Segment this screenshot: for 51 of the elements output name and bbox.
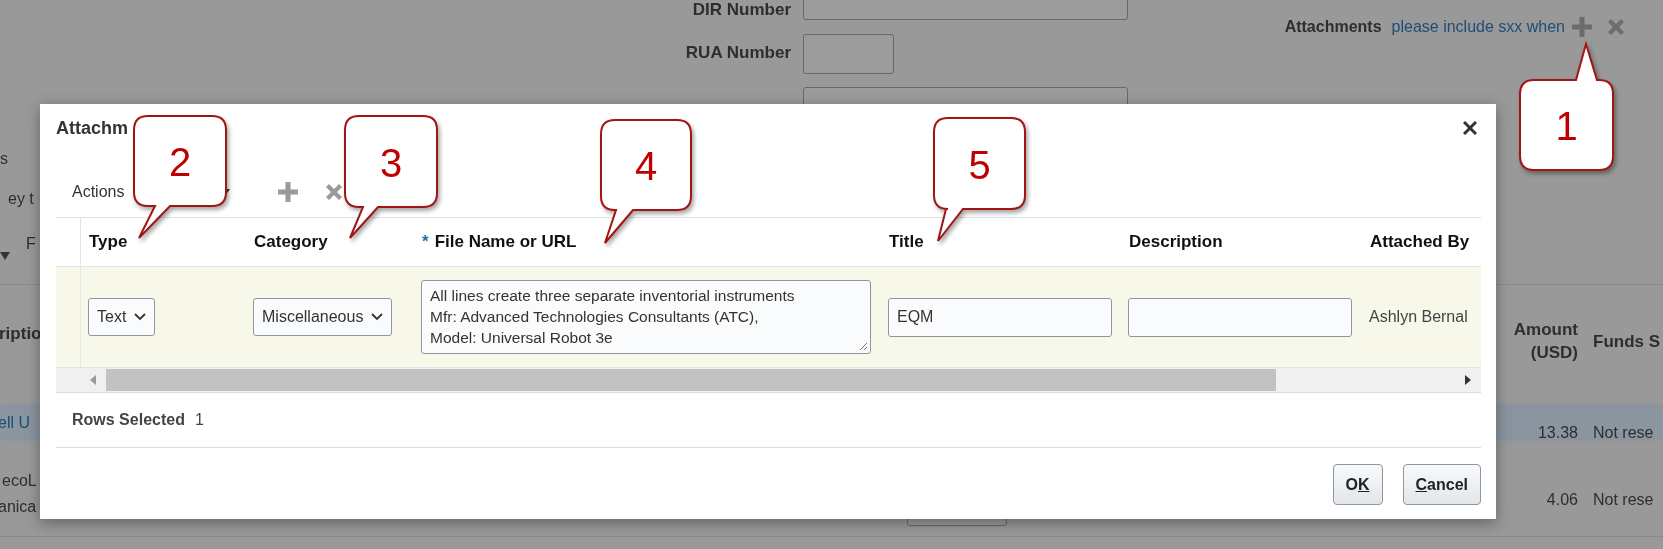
resize-handle-icon[interactable] xyxy=(859,342,868,351)
rows-selected-count: 1 xyxy=(194,411,204,429)
dialog-button[interactable]: OK xyxy=(1332,464,1383,505)
chevron-icon xyxy=(134,313,147,321)
field-label: DIR Number xyxy=(692,0,791,20)
column-header: File Name or URL xyxy=(434,232,577,251)
input-field[interactable] xyxy=(803,34,894,74)
caret-icon[interactable] xyxy=(0,252,10,260)
horizontal-scrollbar[interactable] xyxy=(56,367,1481,393)
text-fragment: F xyxy=(26,235,36,253)
callout-number: 1 xyxy=(1555,104,1578,148)
title-field[interactable]: EQM xyxy=(888,297,1112,337)
add-icon[interactable] xyxy=(1572,17,1592,37)
column-header: Description xyxy=(1129,232,1223,251)
column-header: Amount (USD) xyxy=(1512,319,1578,364)
table-cell: 4.06 xyxy=(1546,491,1578,509)
dialog-title: Attachm xyxy=(56,117,128,139)
description-field[interactable] xyxy=(1128,297,1352,337)
callout-number: 3 xyxy=(379,140,403,185)
column-header: riptio xyxy=(0,324,42,344)
column-header: Funds S xyxy=(1593,332,1661,352)
text-fragment: ey t xyxy=(8,190,34,208)
column-header: Attached By xyxy=(1370,232,1470,251)
table-cell: Not rese xyxy=(1593,424,1654,442)
text-fragment: s xyxy=(0,150,8,168)
rows-selected-label: Rows Selected xyxy=(72,411,185,429)
table-row[interactable]: Text Miscellaneous All lines create three separate inventorial instruments Mfr: Advanced Technologies Consultants (ATC), Model: Universal Robot 3e EQM Ashlyn Bernal xyxy=(56,266,1481,367)
type-dropdown[interactable]: Text xyxy=(88,298,156,336)
table-cell: Ashlyn Bernal xyxy=(1369,308,1468,325)
table-cell: Not rese xyxy=(1593,491,1654,509)
callout-number: 4 xyxy=(634,144,658,188)
chevron-icon xyxy=(371,313,384,321)
add-icon[interactable] xyxy=(278,182,299,202)
file-name-field[interactable]: All lines create three separate inventorial instruments Mfr: Advanced Technologies Consultants (ATC), Model: Universal Robot 3e xyxy=(421,280,871,354)
field-label: RUA Number xyxy=(685,43,791,63)
text-fragment: ecoL xyxy=(2,472,37,490)
table-cell: 13.38 xyxy=(1537,424,1578,442)
category-dropdown[interactable]: Miscellaneous xyxy=(253,298,393,336)
callout-number: 2 xyxy=(168,140,192,184)
required-marker: * xyxy=(422,232,429,251)
callout-number: 5 xyxy=(968,142,991,187)
column-header: Title xyxy=(889,232,924,251)
column-header: Category xyxy=(254,232,328,251)
close-icon[interactable] xyxy=(1463,121,1477,135)
column-header: Type xyxy=(89,232,128,251)
left-arrow-icon[interactable] xyxy=(90,375,96,385)
right-arrow-icon[interactable] xyxy=(1465,375,1471,385)
actions-menu[interactable]: Actions xyxy=(72,183,125,201)
dialog-button[interactable]: Cancel xyxy=(1402,464,1481,505)
attachments-label: Attachments xyxy=(1284,18,1382,36)
delete-icon[interactable] xyxy=(324,182,345,202)
